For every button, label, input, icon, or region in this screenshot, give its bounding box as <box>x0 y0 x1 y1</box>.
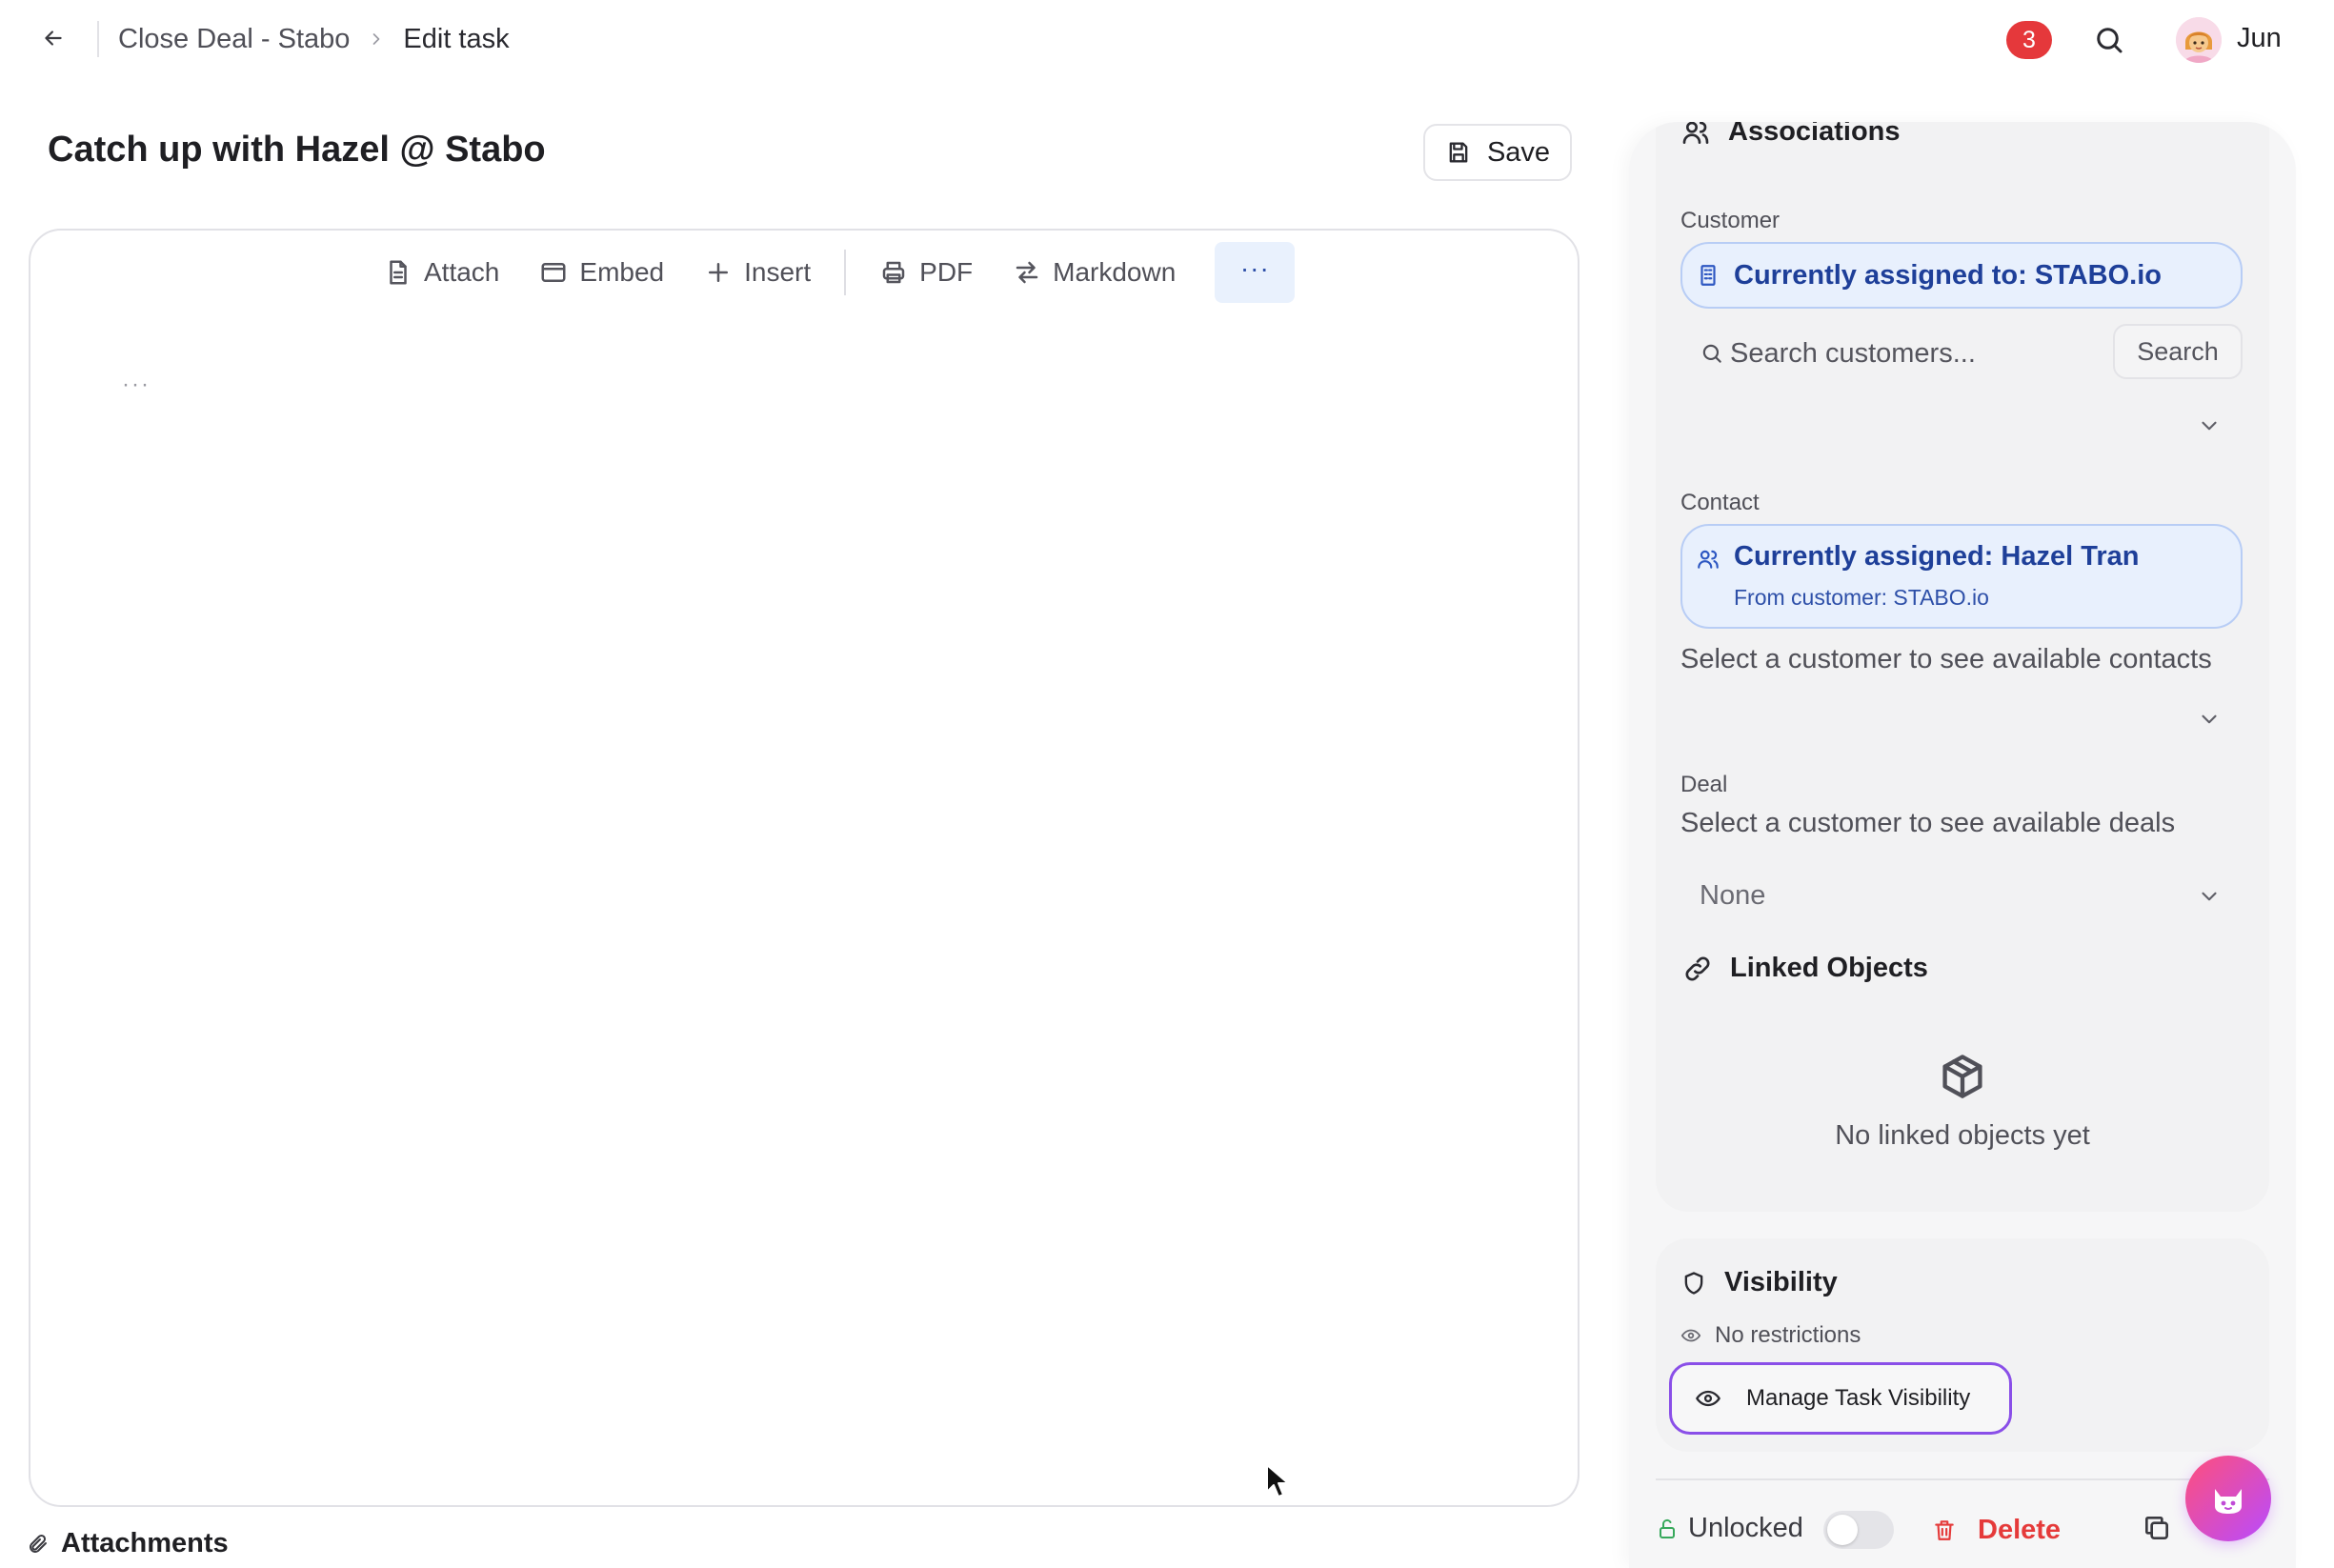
chevron-down-icon[interactable] <box>2197 707 2222 732</box>
customer-assigned-pill: Currently assigned to: STABO.io <box>1680 242 2243 309</box>
chevron-down-icon[interactable] <box>2197 413 2222 438</box>
avatar[interactable] <box>2176 17 2222 63</box>
mouse-cursor-icon <box>1266 1464 1289 1498</box>
plus-icon <box>709 263 729 282</box>
insert-button[interactable]: Insert <box>684 242 831 303</box>
markdown-button[interactable]: Markdown <box>993 242 1196 303</box>
attachments-section-title: Attachments <box>27 1528 229 1559</box>
chevron-down-icon <box>2202 892 2217 901</box>
linked-objects-card: Linked Objects No linked objects yet <box>1656 922 2269 1212</box>
user-name[interactable]: Jun <box>2237 23 2282 54</box>
eye-icon <box>1680 1329 1701 1342</box>
editor-content[interactable]: ··· <box>122 372 151 398</box>
eye-icon <box>1696 1390 1720 1407</box>
insert-label: Insert <box>744 257 812 287</box>
attach-button[interactable]: Attach <box>364 242 519 303</box>
panel-footer: Unlocked Delete <box>1656 1501 2269 1558</box>
pdf-label: PDF <box>919 257 974 287</box>
linked-objects-empty-text: No linked objects yet <box>1835 1120 2090 1151</box>
breadcrumb-parent-link[interactable]: Close Deal - Stabo <box>118 24 350 55</box>
link-icon <box>1685 956 1710 980</box>
paperclip-icon <box>30 1534 47 1553</box>
attachments-label: Attachments <box>61 1528 229 1558</box>
visibility-header: Visibility <box>1680 1267 1838 1298</box>
back-button[interactable] <box>36 21 70 55</box>
users-icon <box>1682 122 1709 144</box>
associations-title: Associations <box>1728 122 1901 147</box>
editor-toolbar: Attach Embed Insert PDF Markdown ··· <box>364 242 1296 303</box>
embed-button[interactable]: Embed <box>519 242 684 303</box>
attach-label: Attach <box>424 257 500 287</box>
toggle-knob <box>1827 1515 1858 1545</box>
box-icon <box>1942 1055 1982 1098</box>
arrow-left-icon <box>45 30 62 46</box>
visibility-status: No restrictions <box>1680 1322 1861 1349</box>
lock-status-text: Unlocked <box>1688 1513 1803 1543</box>
chat-assistant-button[interactable] <box>2185 1456 2271 1541</box>
linked-objects-title: Linked Objects <box>1730 953 1928 983</box>
printer-icon <box>882 261 905 284</box>
more-options-button[interactable]: ··· <box>1215 242 1296 303</box>
save-icon <box>1449 142 1468 163</box>
deal-label: Deal <box>1680 772 1728 797</box>
lock-toggle[interactable] <box>1823 1511 1894 1549</box>
breadcrumb-current: Edit task <box>403 23 510 54</box>
contact-assigned-pill: Currently assigned: Hazel Tran From cust… <box>1680 524 2243 629</box>
top-bar: Close Deal - Stabo Edit task 3 Jun <box>0 0 2334 78</box>
lock-status: Unlocked <box>1656 1513 1803 1544</box>
file-icon <box>390 260 407 285</box>
contact-help-text: Select a customer to see available conta… <box>1680 644 2212 674</box>
right-panel[interactable]: Associations Customer Currently assigned… <box>1629 122 2296 1568</box>
top-divider <box>97 21 99 57</box>
breadcrumb: Close Deal - Stabo Edit task <box>118 21 510 57</box>
save-button[interactable]: Save <box>1423 124 1572 181</box>
cat-face-icon <box>2215 1489 2242 1514</box>
contact-from-customer: From customer: STABO.io <box>1734 585 1989 610</box>
delete-label: Delete <box>1978 1514 2062 1545</box>
building-icon <box>1700 265 1716 286</box>
swap-arrows-icon <box>1016 261 1038 284</box>
footer-divider <box>1656 1478 2269 1480</box>
save-label: Save <box>1486 136 1551 168</box>
deal-select[interactable]: None <box>1680 867 2243 924</box>
visibility-card: Visibility No restrictions Manage Task V… <box>1656 1238 2269 1452</box>
deal-select-value: None <box>1700 880 1766 911</box>
markdown-label: Markdown <box>1053 257 1177 287</box>
delete-button[interactable]: Delete <box>1932 1507 2061 1553</box>
shield-icon <box>1684 1271 1703 1295</box>
deal-help-text: Select a customer to see available deals <box>1680 808 2176 838</box>
visibility-status-text: No restrictions <box>1715 1322 1861 1348</box>
associations-card: Associations Customer Currently assigned… <box>1656 122 2269 1036</box>
linked-objects-header: Linked Objects <box>1682 953 1928 984</box>
pdf-button[interactable]: PDF <box>859 242 993 303</box>
page-title: Catch up with Hazel @ Stabo <box>48 130 546 170</box>
customer-search-input[interactable] <box>1730 330 2102 377</box>
trash-icon <box>1935 1520 1954 1540</box>
associations-header: Associations <box>1680 122 1901 148</box>
notification-badge[interactable]: 3 <box>2006 21 2052 59</box>
customer-search-row: Search <box>1680 324 2243 383</box>
toolbar-divider <box>844 250 847 295</box>
customer-assigned-text: Currently assigned to: STABO.io <box>1734 259 2163 291</box>
users-icon <box>1698 550 1719 569</box>
customer-search-button[interactable]: Search <box>2113 324 2243 379</box>
duplicate-button[interactable] <box>2142 1513 2176 1547</box>
search-icon[interactable] <box>2092 23 2126 57</box>
contact-label: Contact <box>1680 490 1760 515</box>
copy-icon <box>2145 1517 2168 1539</box>
customer-label: Customer <box>1680 208 1781 233</box>
manage-visibility-label: Manage Task Visibility <box>1746 1385 1971 1411</box>
chevron-right-icon <box>367 30 386 49</box>
contact-assigned-text: Currently assigned: Hazel Tran <box>1734 541 2140 572</box>
visibility-title: Visibility <box>1724 1267 1838 1297</box>
unlock-icon <box>1660 1518 1675 1538</box>
manage-task-visibility-button[interactable]: Manage Task Visibility <box>1669 1362 2012 1435</box>
embed-label: Embed <box>579 257 665 287</box>
window-icon <box>541 263 566 282</box>
search-icon <box>1702 344 1721 363</box>
task-editor[interactable]: Attach Embed Insert PDF Markdown ··· ··· <box>29 229 1579 1507</box>
